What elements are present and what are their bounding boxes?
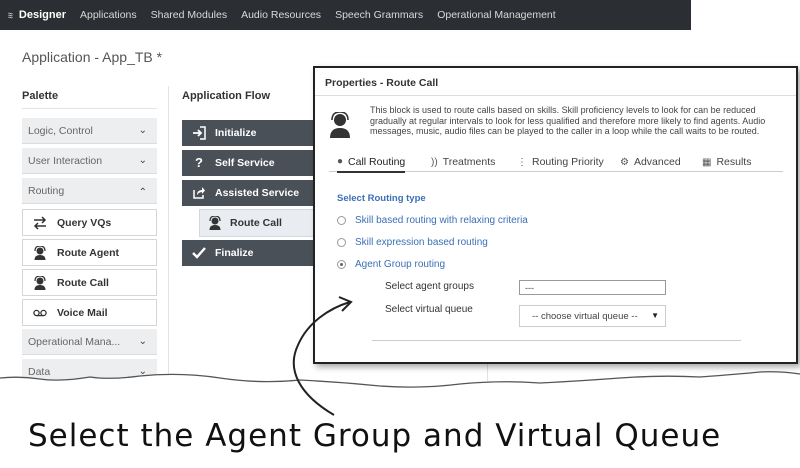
vertical-dots-icon: ⋮ xyxy=(517,156,527,168)
caption: Select the Agent Group and Virtual Queue xyxy=(28,418,722,454)
tab-label: Routing Priority xyxy=(532,156,604,168)
calendar-icon: ▦ xyxy=(702,156,712,168)
radio-label: Agent Group routing xyxy=(355,259,446,270)
agent-groups-label: Select agent groups xyxy=(385,281,474,292)
tab-label: Call Routing xyxy=(348,155,406,168)
radio-label: Skill based routing with relaxing criter… xyxy=(355,215,528,226)
radio-option-skill-relaxing[interactable]: Skill based routing with relaxing criter… xyxy=(337,215,528,226)
tab-advanced[interactable]: ⚙ Advanced xyxy=(620,152,681,172)
divider xyxy=(372,340,741,341)
routing-type-heading: Select Routing type xyxy=(337,193,426,204)
properties-tabs: ● Call Routing )) Treatments ⋮ Routing P… xyxy=(329,152,783,173)
caret-down-icon: ▼ xyxy=(651,311,659,320)
agent-groups-input[interactable]: --- xyxy=(519,280,666,295)
agent-headset-icon xyxy=(330,112,350,138)
radio-option-agent-group[interactable]: Agent Group routing xyxy=(337,259,445,270)
tab-label: Results xyxy=(716,156,752,168)
virtual-queue-select[interactable]: -- choose virtual queue -- ▼ xyxy=(519,305,666,327)
properties-title: Properties - Route Call xyxy=(325,77,439,89)
radio-option-skill-expression[interactable]: Skill expression based routing xyxy=(337,237,488,248)
audio-waves-icon: )) xyxy=(431,156,438,168)
tab-label: Treatments xyxy=(442,156,496,168)
tab-call-routing[interactable]: ● Call Routing xyxy=(337,152,406,173)
divider xyxy=(315,95,796,96)
virtual-queue-value: -- choose virtual queue -- xyxy=(532,310,638,322)
gear-icon: ⚙ xyxy=(620,156,629,168)
radio-label: Skill expression based routing xyxy=(355,237,488,248)
virtual-queue-label: Select virtual queue xyxy=(385,304,473,315)
radio-button[interactable] xyxy=(337,216,346,225)
tab-routing-priority[interactable]: ⋮ Routing Priority xyxy=(517,152,604,172)
agent-icon: ● xyxy=(337,156,344,167)
tab-label: Advanced xyxy=(633,156,681,168)
properties-panel: Properties - Route Call This block is us… xyxy=(313,66,798,364)
tab-results[interactable]: ▦ Results xyxy=(702,152,751,172)
tab-treatments[interactable]: )) Treatments xyxy=(431,152,495,172)
radio-button-selected[interactable] xyxy=(337,260,346,269)
radio-button[interactable] xyxy=(337,238,346,247)
block-description: This block is used to route calls based … xyxy=(370,105,766,136)
